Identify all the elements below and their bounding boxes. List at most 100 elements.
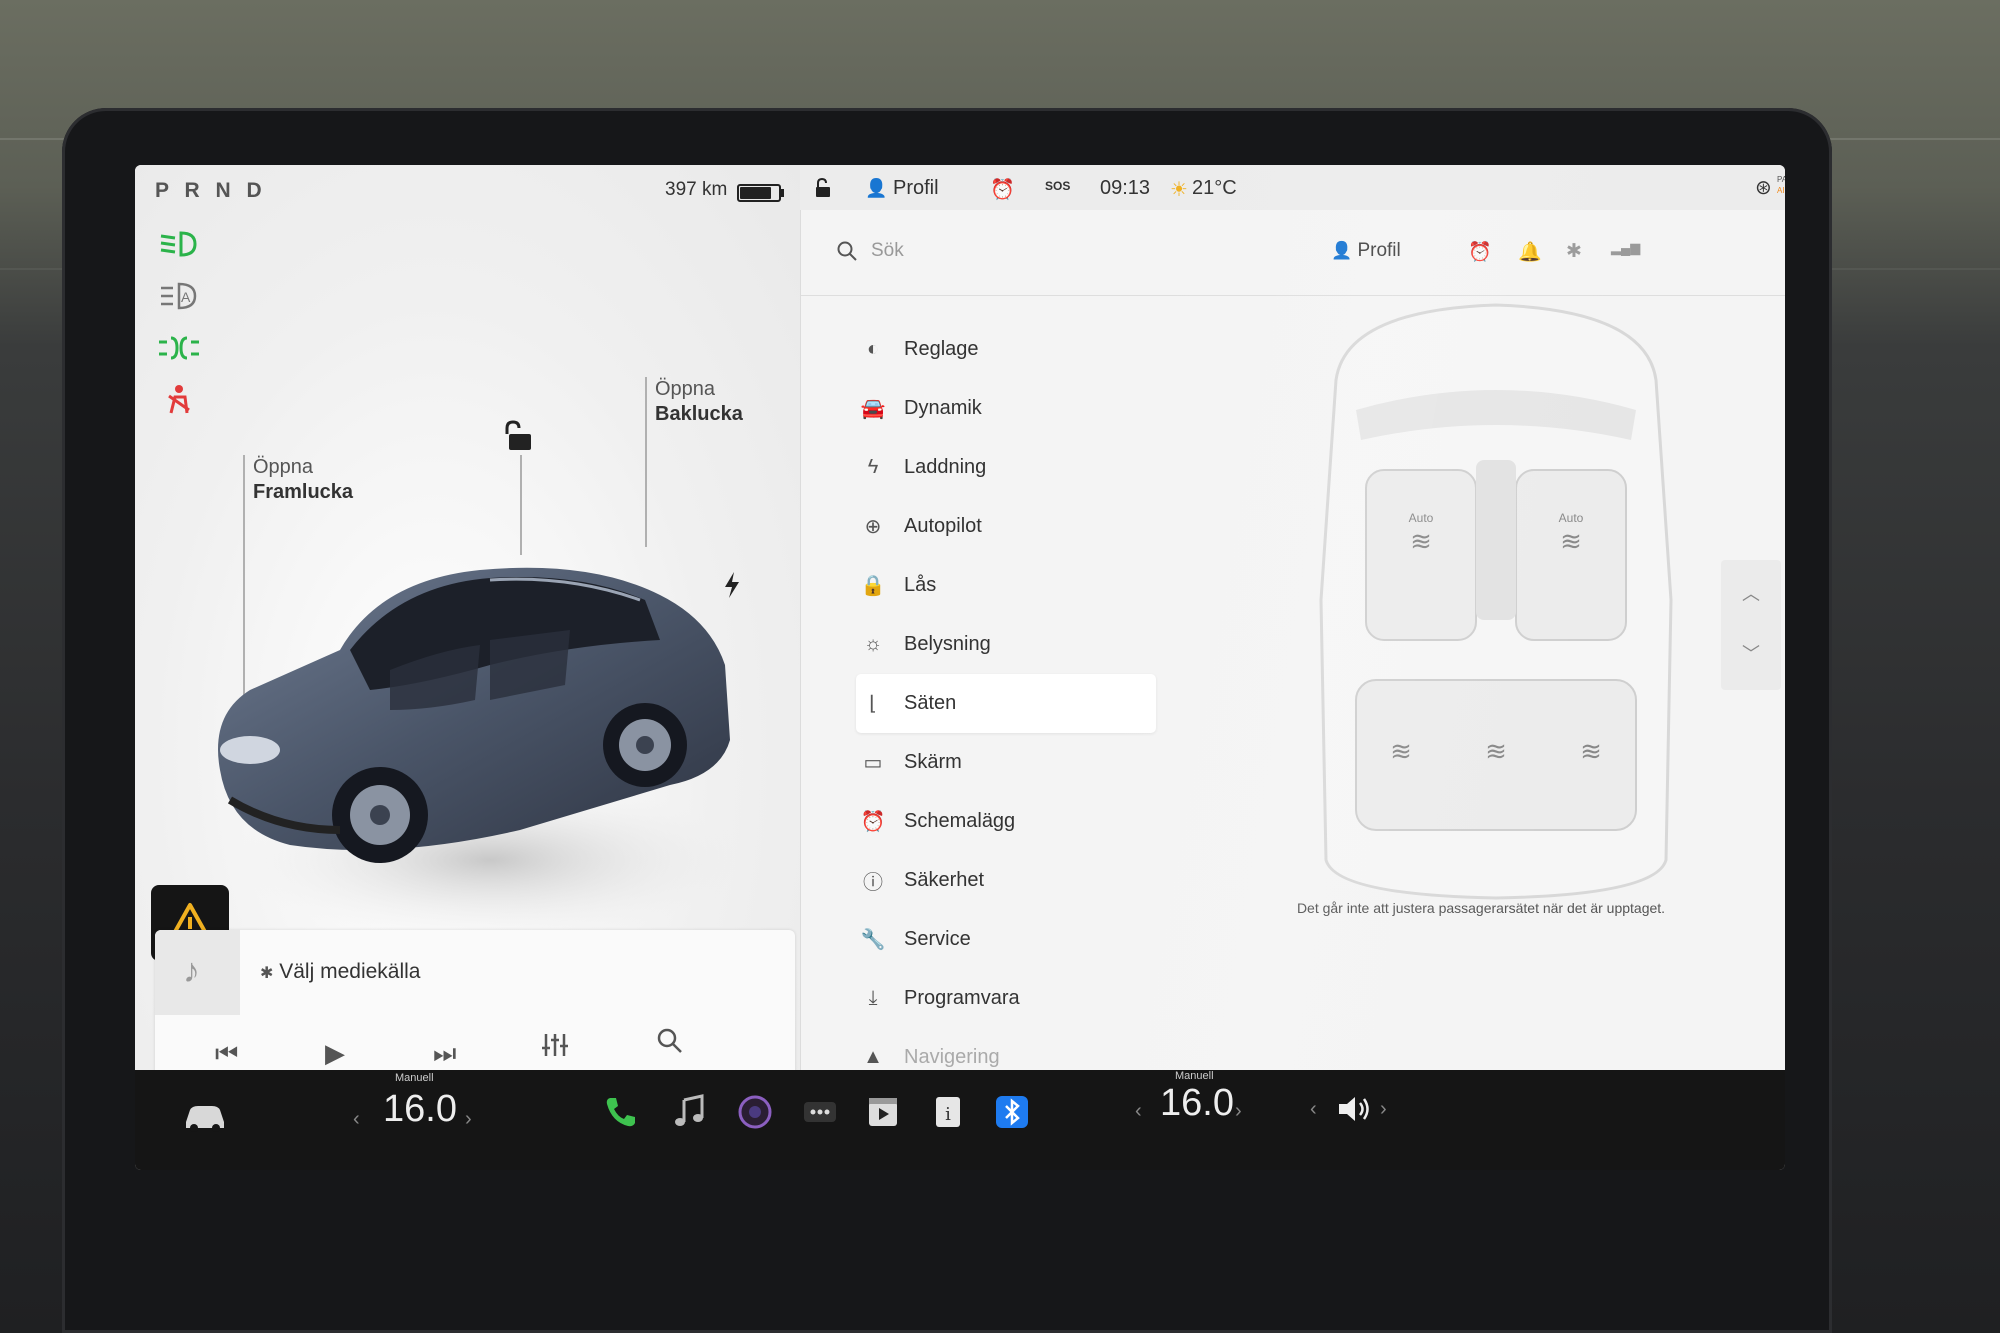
media-title-text: Välj mediekälla <box>279 960 421 983</box>
settings-menu-item[interactable]: ◐ Reglage <box>856 320 1156 379</box>
equalizer-icon[interactable] <box>540 1030 570 1067</box>
settings-menu-item[interactable]: ⏰ Schemalägg <box>856 792 1156 851</box>
next-track-icon[interactable]: ⏭ <box>433 1038 456 1070</box>
music-note-icon: ♪ <box>183 952 200 990</box>
unlock-icon[interactable] <box>503 420 537 454</box>
settings-menu-label: Säten <box>904 692 957 714</box>
steering-wheel-icon: ⊕ <box>864 516 882 538</box>
settings-menu-item[interactable]: 🔒 Lås <box>856 556 1156 615</box>
climate-left-temp[interactable]: 16.0 <box>383 1088 457 1131</box>
settings-menu-item[interactable]: ⓘ Säkerhet <box>856 851 1156 910</box>
car-icon[interactable] <box>180 1098 230 1139</box>
settings-menu-label: Service <box>904 928 971 950</box>
temp-left-down-button[interactable]: ‹ <box>353 1108 360 1131</box>
settings-menu-item[interactable]: 🔧 Service <box>856 910 1156 969</box>
toggle-icon: ◐ <box>866 338 880 360</box>
driver-seat-label: Auto <box>1409 511 1434 525</box>
settings-menu: ◐ Reglage 🚘 Dynamik ϟ Laddning ⊕ Autopilot 🔒 Lås ☼… <box>856 320 1156 1087</box>
media-search-icon[interactable] <box>655 1026 685 1063</box>
car-model-y-illustration[interactable] <box>190 500 750 930</box>
settings-menu-label: Autopilot <box>904 515 982 537</box>
phone-icon[interactable] <box>600 1092 640 1132</box>
person-icon: 👤 <box>1331 241 1353 260</box>
temp-right-up-button[interactable]: › <box>1235 1100 1242 1123</box>
clock: 09:13 <box>1100 177 1151 199</box>
seat-icon: ⌊ <box>869 693 877 715</box>
play-icon[interactable]: ▶ <box>325 1038 345 1069</box>
settings-menu-label: Schemalägg <box>904 810 1016 832</box>
svg-text:i: i <box>945 1104 951 1125</box>
music-icon[interactable] <box>670 1092 710 1132</box>
volume-down-button[interactable]: ‹ <box>1310 1098 1317 1121</box>
settings-menu-item[interactable]: ⊕ Autopilot <box>856 497 1156 556</box>
theater-icon[interactable] <box>863 1092 903 1132</box>
alarm-icon: ⏰ <box>990 179 1015 201</box>
trunk-callout[interactable]: Öppna Baklucka <box>655 377 743 427</box>
seatbelt-warning-icon <box>157 383 201 417</box>
settings-menu-label: Belysning <box>904 633 991 655</box>
bluetooth-icon[interactable]: ✱ <box>1566 240 1582 263</box>
settings-profile-button[interactable]: 👤 Profil <box>1331 240 1401 262</box>
auto-headlight-icon: A <box>157 279 201 313</box>
settings-menu-item[interactable]: ϟ Laddning <box>856 438 1156 497</box>
settings-menu-label: Lås <box>904 574 937 596</box>
settings-menu-item[interactable]: ☼ Belysning <box>856 615 1156 674</box>
seat-heater-car-topview: Auto Auto ≋ ≋ ≋ ≋ ≋ <box>1319 303 1673 900</box>
settings-profile-label: Profil <box>1357 240 1401 261</box>
settings-menu-item[interactable]: ⌊ Säten <box>856 674 1156 733</box>
rear-left-seat-heat-icon[interactable]: ≋ <box>1390 737 1412 767</box>
temp-left-up-button[interactable]: › <box>465 1108 472 1131</box>
camera-icon[interactable] <box>735 1092 775 1132</box>
media-source-button[interactable]: ✱ Välj mediekälla <box>260 960 421 984</box>
rear-right-seat-heat-icon[interactable]: ≋ <box>1580 737 1602 767</box>
passenger-seat-heat-icon[interactable]: ≋ <box>1560 527 1582 557</box>
bottom-taskbar: ‹ Manuell 16.0 › i ‹ Manuell 16.0 › ‹ › <box>135 1070 1785 1170</box>
svg-text:A: A <box>181 289 191 305</box>
lte-signal-icon: ▂▄▆ <box>1611 240 1641 255</box>
chevron-down-icon[interactable]: ﹀ <box>1742 640 1760 666</box>
frunk-action-text: Öppna <box>253 456 314 478</box>
seat-position-stepper[interactable]: ︿ ﹀ <box>1721 560 1781 690</box>
search-input[interactable]: Sök <box>871 240 904 262</box>
sun-weather-icon: ☀ <box>1170 179 1188 201</box>
settings-menu-item[interactable]: 🚘 Dynamik <box>856 379 1156 438</box>
climate-right-mode: Manuell <box>1175 1070 1214 1082</box>
bluetooth-icon: ✱ <box>260 965 274 982</box>
lock-status-icon[interactable] <box>812 177 834 205</box>
touchscreen: P R N D 397 km A Öppna Framlucka Öppna B… <box>135 165 1785 1170</box>
settings-menu-label: Reglage <box>904 338 979 360</box>
settings-menu-label: Skärm <box>904 751 962 773</box>
settings-menu-label: Programvara <box>904 987 1020 1009</box>
airbag-line1: PASSENGER <box>1777 175 1785 184</box>
sos-icon[interactable]: SOS <box>1045 179 1070 193</box>
settings-menu-item[interactable]: ⤓ Programvara <box>856 969 1156 1028</box>
range-readout: 397 km <box>665 179 728 200</box>
driver-seat-heat-icon[interactable]: ≋ <box>1410 527 1432 557</box>
climate-left-mode: Manuell <box>395 1072 434 1084</box>
airbag-icon: ⊛ <box>1755 177 1772 199</box>
info-icon: ⓘ <box>863 872 883 894</box>
volume-icon[interactable] <box>1335 1092 1375 1131</box>
manual-icon[interactable]: i <box>928 1092 968 1132</box>
notification-bell-icon[interactable]: 🔔 <box>1518 240 1542 264</box>
temp-right-down-button[interactable]: ‹ <box>1135 1100 1142 1123</box>
battery-icon <box>737 184 784 202</box>
volume-up-button[interactable]: › <box>1380 1098 1387 1121</box>
profile-button[interactable]: 👤 Profil <box>865 177 939 200</box>
bolt-icon: ϟ <box>867 456 879 478</box>
alarm-icon[interactable]: ⏰ <box>1468 240 1492 264</box>
wrench-icon: 🔧 <box>860 929 886 951</box>
settings-menu-item[interactable]: ▭ Skärm <box>856 733 1156 792</box>
outside-temperature: 21°C <box>1192 177 1237 199</box>
previous-track-icon[interactable]: ⏮ <box>215 1038 238 1070</box>
chevron-up-icon[interactable]: ︿ <box>1742 580 1760 606</box>
climate-right-temp[interactable]: 16.0 <box>1160 1082 1234 1125</box>
display-icon: ▭ <box>863 752 883 774</box>
settings-menu-label: Dynamik <box>904 397 982 419</box>
rear-middle-seat-heat-icon[interactable]: ≋ <box>1485 737 1507 767</box>
download-icon: ⤓ <box>868 987 878 1009</box>
trunk-action-text: Öppna <box>655 378 716 400</box>
frunk-callout[interactable]: Öppna Framlucka <box>253 455 353 505</box>
bluetooth-app-icon[interactable] <box>992 1092 1032 1132</box>
more-apps-icon[interactable] <box>800 1092 840 1132</box>
